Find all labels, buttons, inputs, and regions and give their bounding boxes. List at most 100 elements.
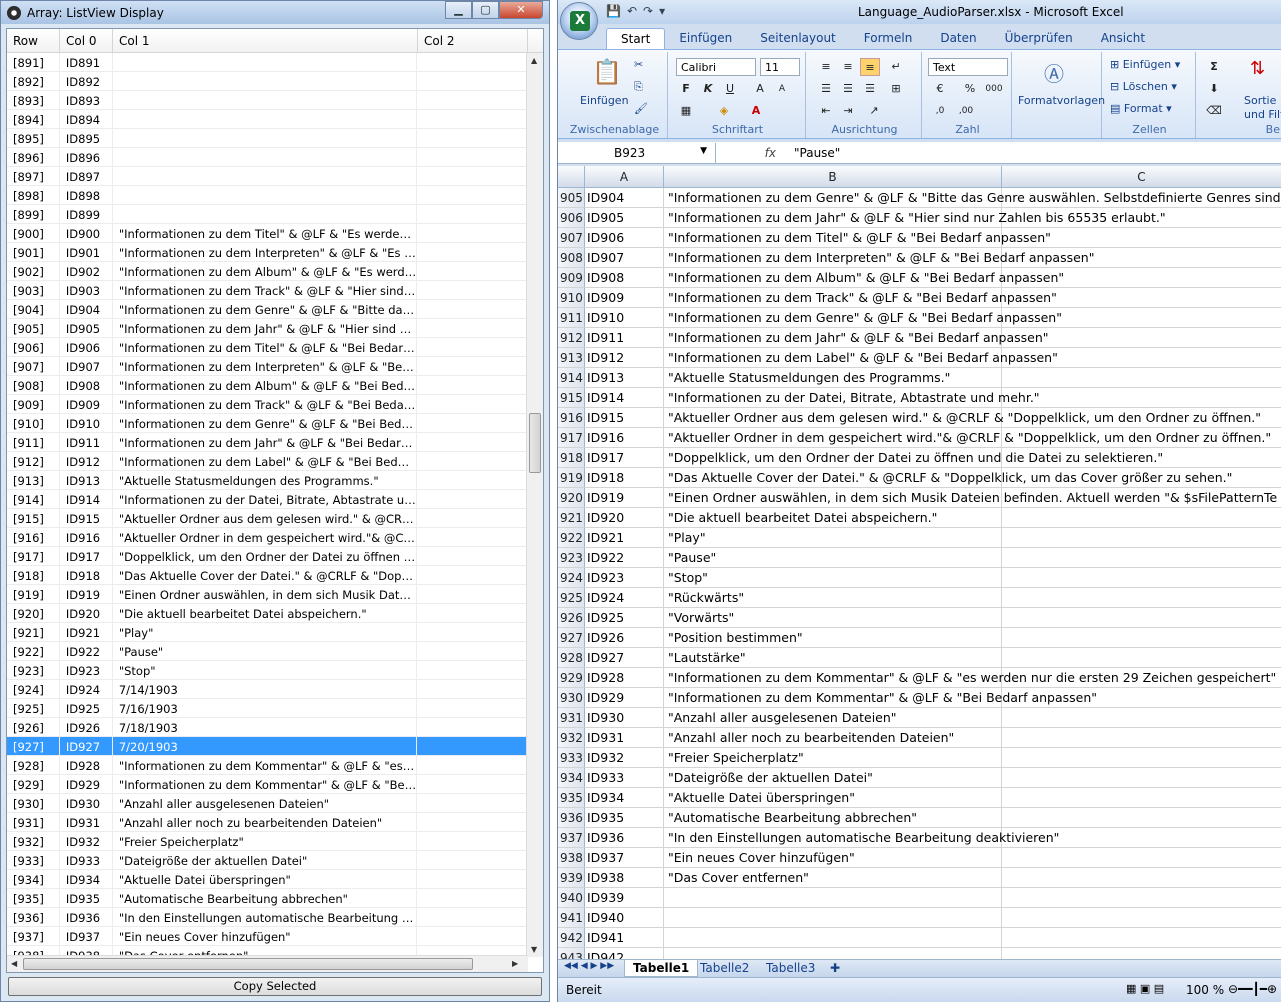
table-row[interactable]: [903] ID903 "Informationen zu dem Track" &… bbox=[7, 281, 527, 300]
row-header[interactable]: 910 bbox=[558, 288, 585, 307]
table-row[interactable]: [896] ID896 bbox=[7, 148, 527, 167]
table-row[interactable]: [926] ID926 7/18/1903 bbox=[7, 718, 527, 737]
cell[interactable]: "Informationen zu dem Track" & @LF & "Be… bbox=[664, 288, 1057, 307]
cell[interactable]: "Informationen zu dem Genre" & @LF & "Bi… bbox=[664, 188, 1281, 207]
row-header[interactable]: 923 bbox=[558, 548, 585, 567]
copy-icon[interactable]: ⎘ bbox=[634, 80, 643, 94]
cell[interactable] bbox=[1002, 848, 1281, 867]
cell[interactable]: "Anzahl aller noch zu bearbeitenden Date… bbox=[664, 728, 1002, 747]
cell[interactable]: "Informationen zu dem Kommentar" & @LF &… bbox=[664, 668, 1276, 687]
row-header[interactable]: 941 bbox=[558, 908, 585, 927]
table-row[interactable]: [891] ID891 bbox=[7, 53, 527, 72]
table-row[interactable]: [894] ID894 bbox=[7, 110, 527, 129]
table-row[interactable]: [923] ID923 "Stop" bbox=[7, 661, 527, 680]
cell[interactable]: ID920 bbox=[585, 508, 664, 527]
table-row[interactable]: [928] ID928 "Informationen zu dem Kommenta… bbox=[7, 756, 527, 775]
cell[interactable]: ID911 bbox=[585, 328, 664, 347]
row-header[interactable]: 942 bbox=[558, 928, 585, 947]
row-header[interactable]: 928 bbox=[558, 648, 585, 667]
cell[interactable]: "In den Einstellungen automatische Bearb… bbox=[664, 828, 1059, 847]
table-row[interactable]: [914] ID914 "Informationen zu der Datei, B… bbox=[7, 490, 527, 509]
paste-icon[interactable]: 📋 bbox=[592, 58, 622, 86]
scroll-up-icon[interactable]: ▲ bbox=[531, 56, 537, 65]
name-box[interactable]: B923 ▼ bbox=[558, 142, 716, 163]
cell[interactable]: ID937 bbox=[585, 848, 664, 867]
align-left-icon[interactable]: ☰ bbox=[816, 80, 836, 98]
cell[interactable] bbox=[1002, 788, 1281, 807]
cell[interactable]: "Position bestimmen" bbox=[664, 628, 1002, 647]
row-header[interactable]: 917 bbox=[558, 428, 585, 447]
format-cells-button[interactable]: ▤ Format ▾ bbox=[1110, 102, 1172, 115]
format-painter-icon[interactable]: 🖌 bbox=[634, 102, 648, 115]
row-header[interactable]: 935 bbox=[558, 788, 585, 807]
cell[interactable]: "Pause" bbox=[664, 548, 1002, 567]
thousands-icon[interactable]: 000 bbox=[984, 80, 1004, 98]
cell[interactable] bbox=[664, 948, 1002, 959]
sort-filter-button[interactable]: Sortie bbox=[1244, 94, 1276, 107]
column-header[interactable]: Col 1 bbox=[113, 29, 418, 52]
cell[interactable]: ID910 bbox=[585, 308, 664, 327]
row-header[interactable]: 915 bbox=[558, 388, 585, 407]
cell[interactable]: ID912 bbox=[585, 348, 664, 367]
cell[interactable]: ID936 bbox=[585, 828, 664, 847]
row-header[interactable]: 939 bbox=[558, 868, 585, 887]
cell[interactable]: "Informationen zu dem Kommentar" & @LF &… bbox=[664, 688, 1097, 707]
cell[interactable]: "Informationen zu dem Genre" & @LF & "Be… bbox=[664, 308, 1062, 327]
cell[interactable] bbox=[1002, 568, 1281, 587]
table-row[interactable]: [909] ID909 "Informationen zu dem Track" &… bbox=[7, 395, 527, 414]
cell[interactable]: "Aktuelle Statusmeldungen des Programms.… bbox=[664, 368, 1002, 387]
worksheet-rows[interactable]: 905 ID904 "Informationen zu dem Genre" & @… bbox=[558, 188, 1281, 959]
cell[interactable]: "Informationen zu dem Interpreten" & @LF… bbox=[664, 248, 1094, 267]
table-row[interactable]: [932] ID932 "Freier Speicherplatz" bbox=[7, 832, 527, 851]
cell[interactable] bbox=[664, 908, 1002, 927]
cell[interactable]: ID941 bbox=[585, 928, 664, 947]
sheet-tab[interactable]: Tabelle2 bbox=[692, 960, 757, 977]
cell[interactable]: "Freier Speicherplatz" bbox=[664, 748, 1002, 767]
table-row[interactable]: [897] ID897 bbox=[7, 167, 527, 186]
table-row[interactable]: [892] ID892 bbox=[7, 72, 527, 91]
wrap-text-icon[interactable]: ↵ bbox=[886, 58, 906, 76]
view-buttons-icon[interactable]: ▦ ▣ ▤ bbox=[1126, 982, 1164, 995]
cell[interactable]: ID924 bbox=[585, 588, 664, 607]
cell[interactable]: ID916 bbox=[585, 428, 664, 447]
column-header[interactable]: Row bbox=[7, 29, 60, 52]
row-header[interactable]: 938 bbox=[558, 848, 585, 867]
listview-horizontal-scrollbar[interactable]: ◀ ▶ bbox=[7, 955, 528, 972]
cell[interactable]: "Dateigröße der aktuellen Datei" bbox=[664, 768, 1002, 787]
cell[interactable]: "Ein neues Cover hinzufügen" bbox=[664, 848, 1002, 867]
font-name-combo[interactable]: Calibri bbox=[676, 58, 756, 76]
office-button[interactable]: X bbox=[560, 2, 598, 40]
sheet-tab[interactable]: Tabelle1 bbox=[624, 960, 699, 977]
table-row[interactable]: [906] ID906 "Informationen zu dem Titel" &… bbox=[7, 338, 527, 357]
insert-cells-button[interactable]: ⊞ Einfügen ▾ bbox=[1110, 58, 1180, 71]
sheet-tab[interactable]: Tabelle3 bbox=[758, 960, 823, 977]
ribbon-tab[interactable]: Start bbox=[606, 28, 666, 49]
cell[interactable] bbox=[1002, 908, 1281, 927]
cell[interactable] bbox=[664, 888, 1002, 907]
scroll-right-icon[interactable]: ▶ bbox=[512, 959, 518, 968]
cell[interactable]: ID904 bbox=[585, 188, 664, 207]
cell[interactable]: "Stop" bbox=[664, 568, 1002, 587]
row-header[interactable]: 930 bbox=[558, 688, 585, 707]
cell[interactable]: ID915 bbox=[585, 408, 664, 427]
column-header[interactable]: Col 2 bbox=[418, 29, 528, 52]
table-row[interactable]: [935] ID935 "Automatische Bearbeitung abbr… bbox=[7, 889, 527, 908]
cell[interactable]: "Lautstärke" bbox=[664, 648, 1002, 667]
scroll-left-icon[interactable]: ◀ bbox=[11, 959, 17, 968]
table-row[interactable]: [911] ID911 "Informationen zu dem Jahr" & … bbox=[7, 433, 527, 452]
zoom-level[interactable]: 100 % bbox=[1186, 983, 1224, 997]
cell[interactable] bbox=[1002, 528, 1281, 547]
cell[interactable]: ID905 bbox=[585, 208, 664, 227]
excel-titlebar[interactable]: Language_AudioParser.xlsx - Microsoft Ex… bbox=[558, 0, 1281, 24]
sheet-nav-icons[interactable]: ◀◀ ◀ ▶ ▶▶ bbox=[564, 961, 614, 971]
styles-button[interactable]: Formatvorlagen bbox=[1018, 94, 1105, 107]
cell[interactable] bbox=[1002, 648, 1281, 667]
cell[interactable]: "Automatische Bearbeitung abbrechen" bbox=[664, 808, 1002, 827]
cell[interactable]: ID907 bbox=[585, 248, 664, 267]
cell[interactable]: ID934 bbox=[585, 788, 664, 807]
column-header[interactable]: A bbox=[585, 166, 664, 187]
table-row[interactable]: [933] ID933 "Dateigröße der aktuellen Date… bbox=[7, 851, 527, 870]
cell[interactable]: "Die aktuell bearbeitet Datei abspeicher… bbox=[664, 508, 1002, 527]
cell[interactable]: ID928 bbox=[585, 668, 664, 687]
cell[interactable] bbox=[1002, 868, 1281, 887]
